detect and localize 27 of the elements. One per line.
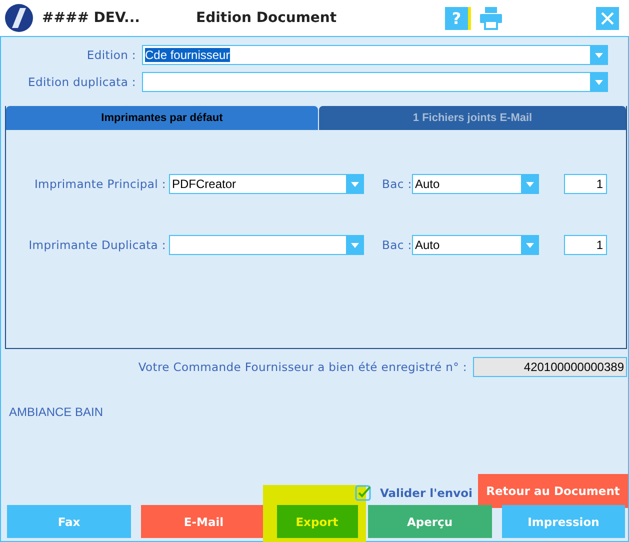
checkbox[interactable]	[355, 485, 371, 501]
printer-icon[interactable]	[479, 6, 503, 30]
confirmation-text: Votre Commande Fournisseur a bien été enregistré n° :	[138, 360, 467, 374]
field-label: Imprimante Principal :	[33, 177, 166, 191]
field-label: Bac :	[382, 238, 412, 252]
close-button[interactable]	[596, 6, 619, 30]
copies-field[interactable]: 1	[564, 235, 607, 255]
field-label: Imprimante Duplicata :	[28, 238, 166, 252]
action-button[interactable]: Aperçu	[368, 505, 492, 538]
action-button[interactable]: Export	[276, 505, 358, 538]
close-icon[interactable]	[601, 12, 614, 24]
field-label: Bac :	[382, 177, 412, 191]
return-button[interactable]: Retour au Document	[478, 474, 628, 508]
field-label: Edition duplicata :	[27, 75, 136, 89]
dialog-heading: Edition Document	[196, 10, 338, 26]
checkbox-label: Valider l'envoi	[380, 486, 472, 500]
action-button[interactable]: Impression	[502, 505, 625, 538]
supplier-name: AMBIANCE BAIN	[9, 405, 104, 419]
tab[interactable]: Imprimantes par défaut	[6, 106, 318, 130]
help-button[interactable]: ?	[445, 6, 468, 30]
action-button[interactable]: Fax	[7, 505, 131, 538]
order-number-field: 420100000000389	[473, 357, 627, 377]
window-title: #### DEV...	[42, 10, 141, 26]
copies-field[interactable]: 1	[564, 174, 607, 194]
app-logo-icon	[5, 4, 33, 32]
field-label: Edition :	[86, 48, 136, 62]
tab[interactable]: 1 Fichiers joints E-Mail	[319, 106, 626, 130]
